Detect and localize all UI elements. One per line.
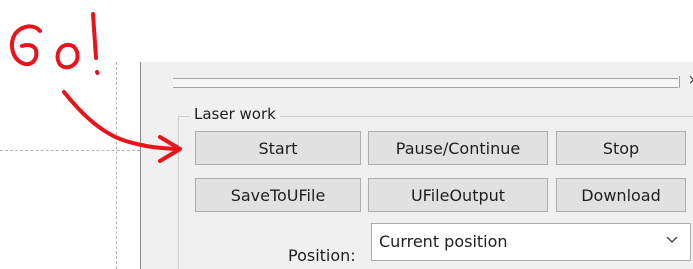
handwritten-annotation bbox=[9, 12, 182, 163]
app-window: × Laser work Start Pause/Continue Stop S… bbox=[0, 0, 693, 269]
